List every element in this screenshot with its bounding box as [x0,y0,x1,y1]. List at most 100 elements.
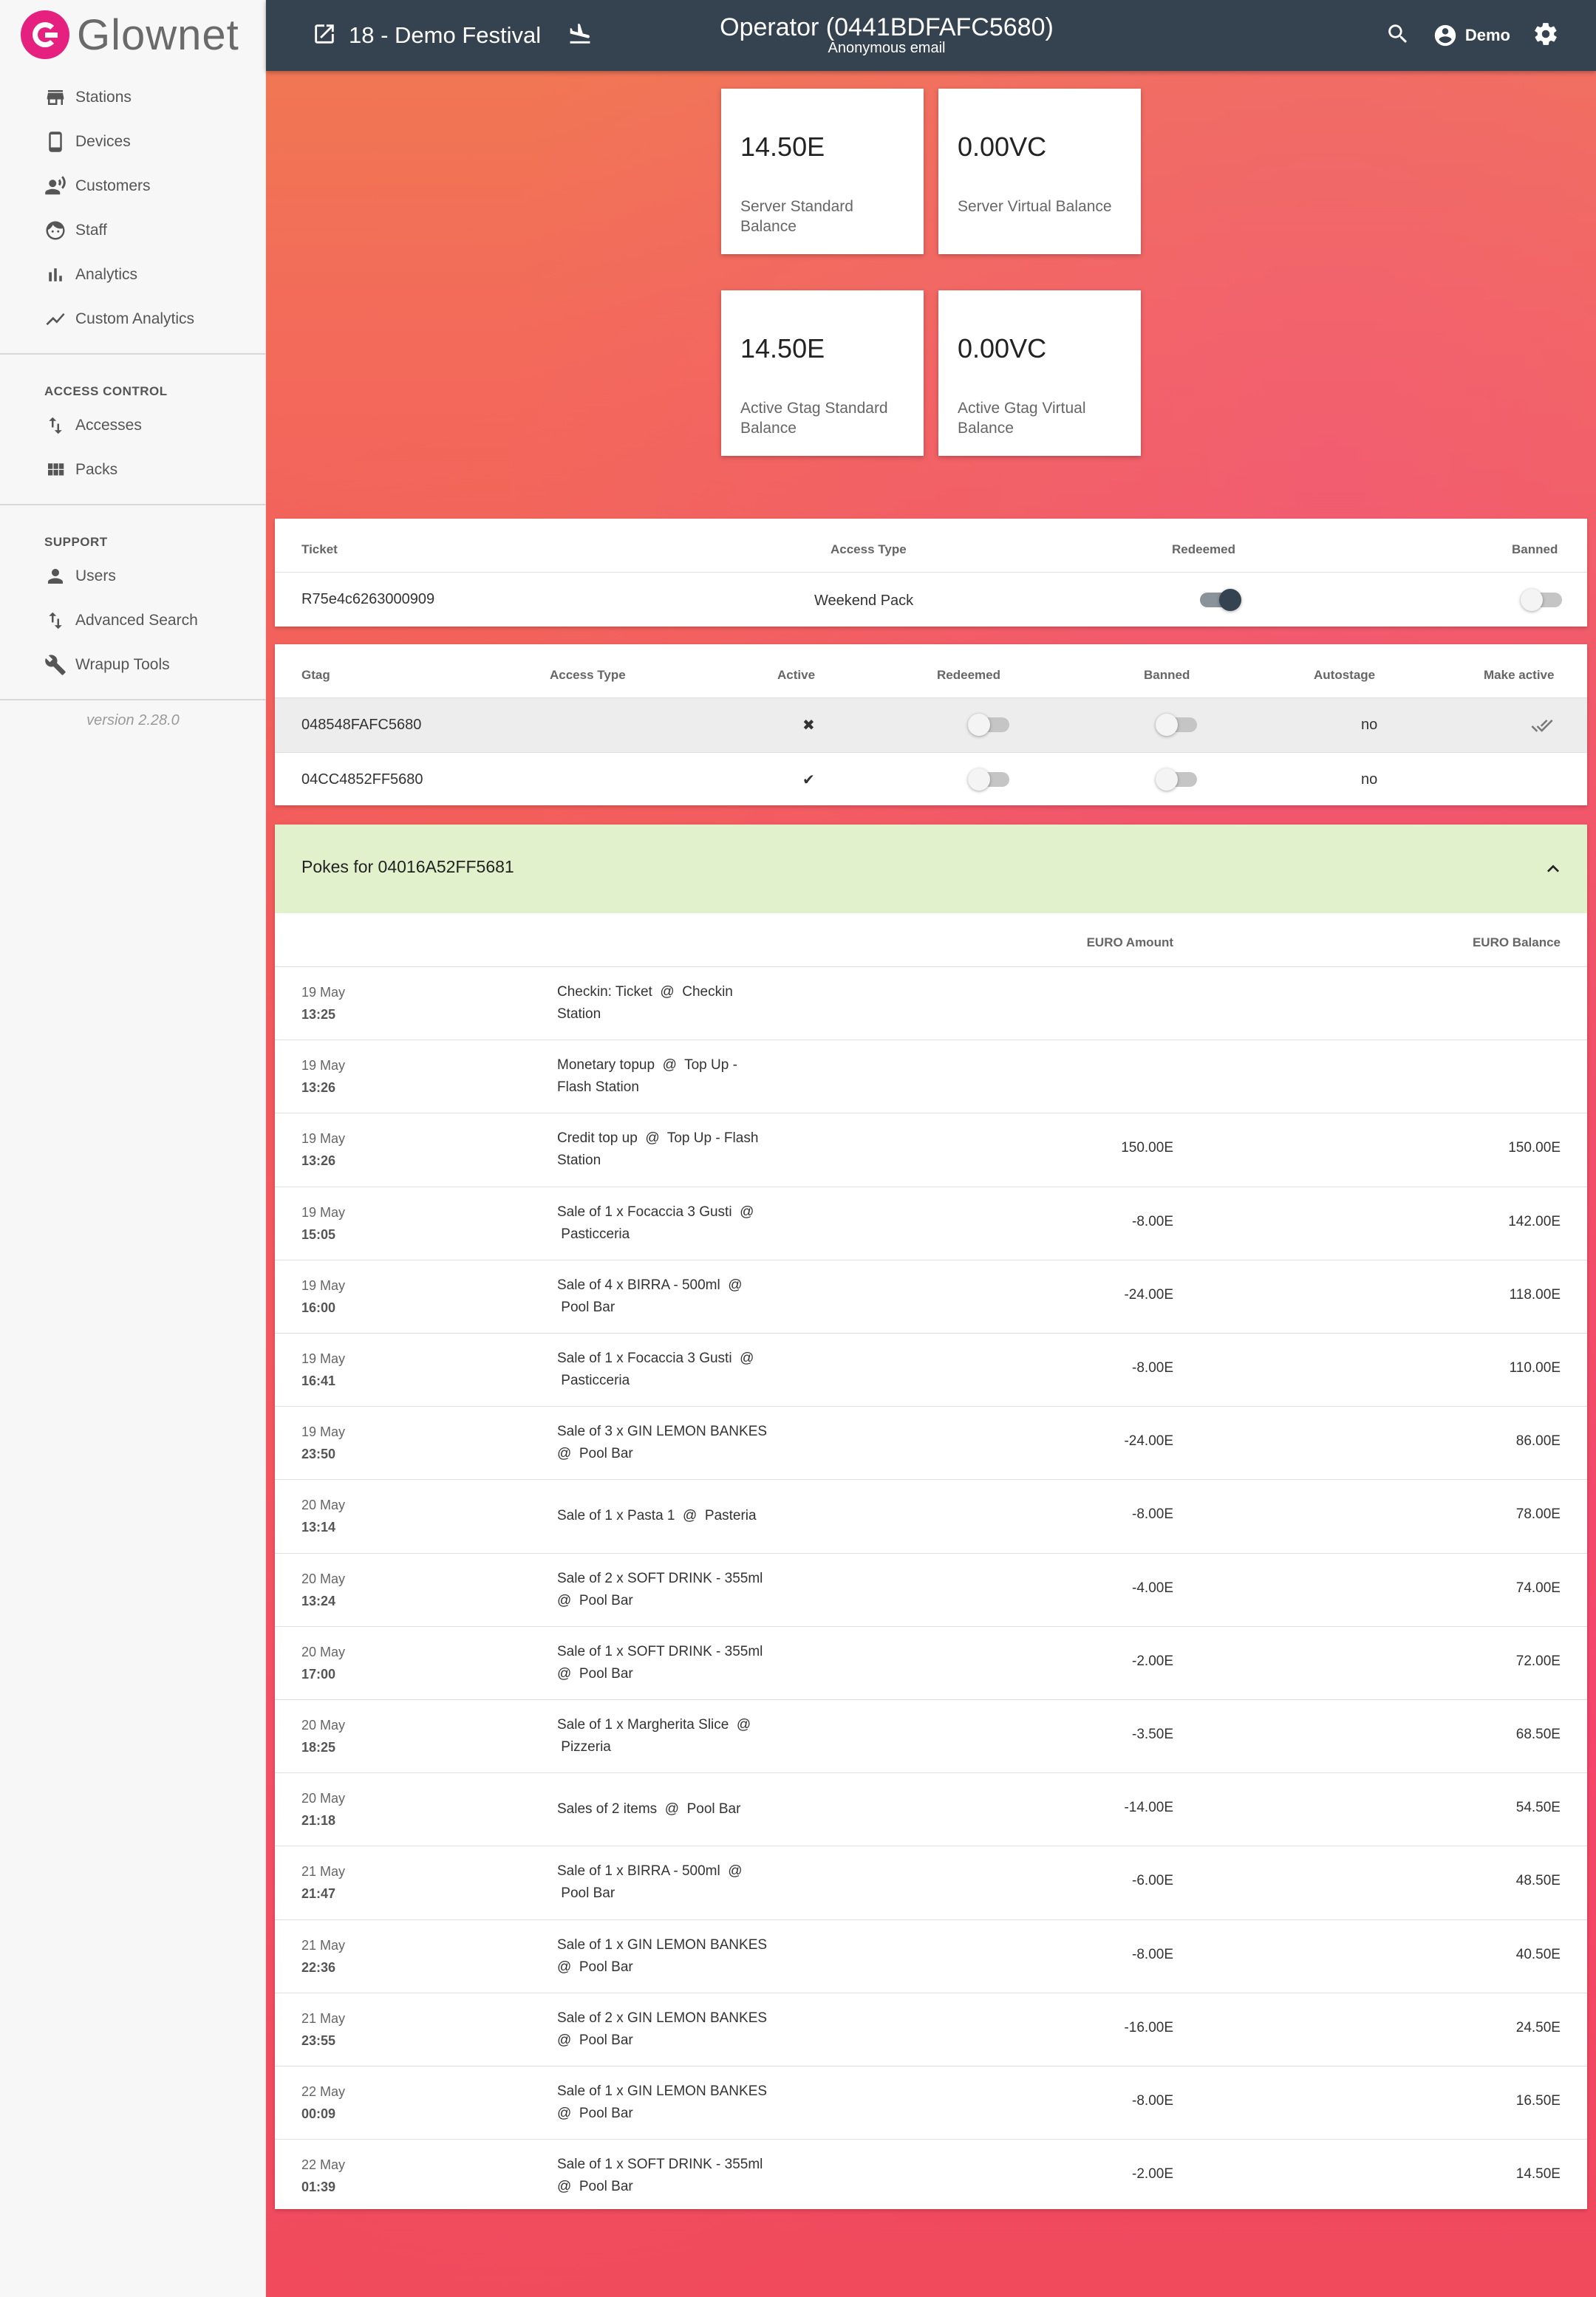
poke-datetime: 19 May 16:00 [301,1274,345,1319]
sidebar-item-advanced-search[interactable]: Advanced Search [0,598,266,643]
event-title[interactable]: 18 - Demo Festival [349,22,541,49]
poke-date: 22 May [301,2157,346,2173]
ticket-code[interactable]: R75e4c6263000909 [301,591,434,608]
poke-description: Sale of 1 x SOFT DRINK - 355ml @ Pool Bar [557,1641,794,1685]
import-export-icon [44,610,66,632]
grid-icon [44,459,66,481]
toggle-knob [968,714,990,736]
autostage-value: no [1361,771,1378,788]
pokes-header[interactable]: Pokes for 04016A52FF5681 [275,825,1587,913]
poke-description: Sale of 1 x SOFT DRINK - 355ml @ Pool Bar [557,2154,794,2198]
poke-desc-line: Sale of 1 x SOFT DRINK - 355ml [557,1643,763,1659]
ticket-table: Ticket Access Type Redeemed Banned R75e4… [275,519,1587,627]
poke-description: Sale of 1 x GIN LEMON BANKES @ Pool Bar [557,2081,794,2125]
poke-row: 20 May 17:00 Sale of 1 x SOFT DRINK - 355m… [275,1627,1587,1700]
poke-date: 20 May [301,1718,346,1733]
poke-amount: -4.00E [1132,1580,1173,1596]
poke-balance: 48.50E [1515,1873,1561,1889]
active-check-icon: ✔ [802,772,815,788]
sidebar-item-staff[interactable]: Staff [0,208,266,253]
sidebar-item-analytics[interactable]: Analytics [0,253,266,297]
sidebar-item-devices[interactable]: Devices [0,120,266,164]
poke-description: Sale of 1 x Focaccia 3 Gusti @ Pasticcer… [557,1201,794,1246]
poke-date: 20 May [301,1571,346,1586]
poke-date: 20 May [301,1791,346,1806]
access-type-header: Access Type [550,668,626,682]
poke-row: 19 May 13:25 Checkin: Ticket @ Checkin Stat… [275,967,1587,1040]
poke-desc-line: Station [557,1153,601,1169]
poke-desc-line: @ Pool Bar [557,2106,633,2121]
poke-date: 19 May [301,1204,346,1220]
poke-row: 19 May 13:26 Monetary topup @ Top Up - Flas… [275,1040,1587,1113]
poke-desc-line: Sale of 1 x SOFT DRINK - 355ml [557,2157,763,2173]
poke-amount: -2.00E [1132,1653,1173,1669]
poke-datetime: 22 May 00:09 [301,2081,345,2125]
sidebar-item-label: Users [75,567,116,584]
poke-time: 13:25 [301,1007,336,1022]
user-menu-button[interactable]: Demo [1433,23,1510,48]
poke-row: 22 May 00:09 Sale of 1 x GIN LEMON BANKES @… [275,2066,1587,2140]
redeemed-toggle[interactable] [968,714,1009,736]
sidebar-item-users[interactable]: Users [0,554,266,598]
gtag-code[interactable]: 048548FAFC5680 [301,717,421,734]
redeemed-toggle[interactable] [968,768,1009,791]
sidebar-item-custom-analytics[interactable]: Custom Analytics [0,297,266,341]
poke-desc-line: Checkin: Ticket @ Checkin [557,984,733,1000]
store-icon [44,86,66,109]
poke-amount: 150.00E [1121,1140,1173,1156]
balance-value: 14.50E [740,132,825,162]
poke-amount: -24.00E [1124,1433,1173,1450]
poke-row: 20 May 18:25 Sale of 1 x Margherita Slice … [275,1700,1587,1773]
toggle-knob [1521,589,1543,611]
sidebar-item-wrapup-tools[interactable]: Wrapup Tools [0,643,266,687]
poke-amount: -8.00E [1132,1506,1173,1523]
poke-datetime: 19 May 23:50 [301,1421,345,1465]
poke-desc-line: Credit top up @ Top Up - Flash [557,1130,759,1147]
sidebar-item-customers[interactable]: Customers [0,164,266,208]
poke-row: 20 May 21:18 Sales of 2 items @ Pool Bar -1… [275,1773,1587,1846]
balance-label: Server Standard Balance [740,198,853,235]
poke-datetime: 19 May 13:26 [301,1127,345,1172]
poke-date: 20 May [301,1498,346,1513]
poke-description: Sale of 2 x GIN LEMON BANKES @ Pool Bar [557,2007,794,2052]
redeemed-toggle[interactable] [1200,589,1241,611]
sidebar-item-accesses[interactable]: Accesses [0,403,266,448]
bar-chart-icon [44,264,66,286]
poke-time: 21:47 [301,1886,336,1902]
gear-icon[interactable] [1532,21,1559,51]
poke-balance: 86.00E [1515,1433,1561,1450]
search-icon[interactable] [1385,21,1411,50]
gtag-code[interactable]: 04CC4852FF5680 [301,771,423,788]
glownet-logo[interactable]: Glownet [21,10,239,59]
access-type-header: Access Type [831,542,907,556]
make-active-icon[interactable] [1531,714,1553,740]
open-external-icon[interactable] [312,21,337,50]
poke-description: Sale of 2 x SOFT DRINK - 355ml @ Pool Bar [557,1568,794,1612]
table-row: 04CC4852FF5680 ✔ no [275,753,1587,805]
banned-toggle[interactable] [1156,714,1197,736]
sidebar-item-packs[interactable]: Packs [0,448,266,492]
poke-date: 19 May [301,1058,346,1074]
poke-desc-line: Pool Bar [557,1299,615,1315]
poke-desc-line: Station [557,1006,601,1022]
chevron-up-icon[interactable] [1541,857,1565,884]
sidebar-item-stations[interactable]: Stations [0,75,266,120]
poke-time: 13:26 [301,1153,336,1169]
toggle-knob [1156,768,1178,791]
poke-balance: 118.00E [1509,1286,1561,1303]
poke-desc-line: @ Pool Bar [557,1959,633,1975]
banned-toggle[interactable] [1156,768,1197,791]
inactive-cross-icon: ✖ [802,717,815,734]
face-icon [44,219,66,242]
toggle-knob [1219,589,1241,611]
flight-land-icon[interactable] [567,21,593,50]
poke-datetime: 19 May 16:41 [301,1348,345,1392]
banned-toggle[interactable] [1521,589,1562,611]
poke-desc-line: @ Pool Bar [557,2179,633,2195]
poke-amount: -8.00E [1132,2093,1173,2109]
poke-date: 19 May [301,985,346,1000]
balance-value: 0.00VC [958,132,1047,162]
operator-subtitle: Anonymous email [828,40,946,56]
poke-time: 17:00 [301,1666,336,1682]
poke-desc-line: Pasticceria [557,1226,630,1242]
